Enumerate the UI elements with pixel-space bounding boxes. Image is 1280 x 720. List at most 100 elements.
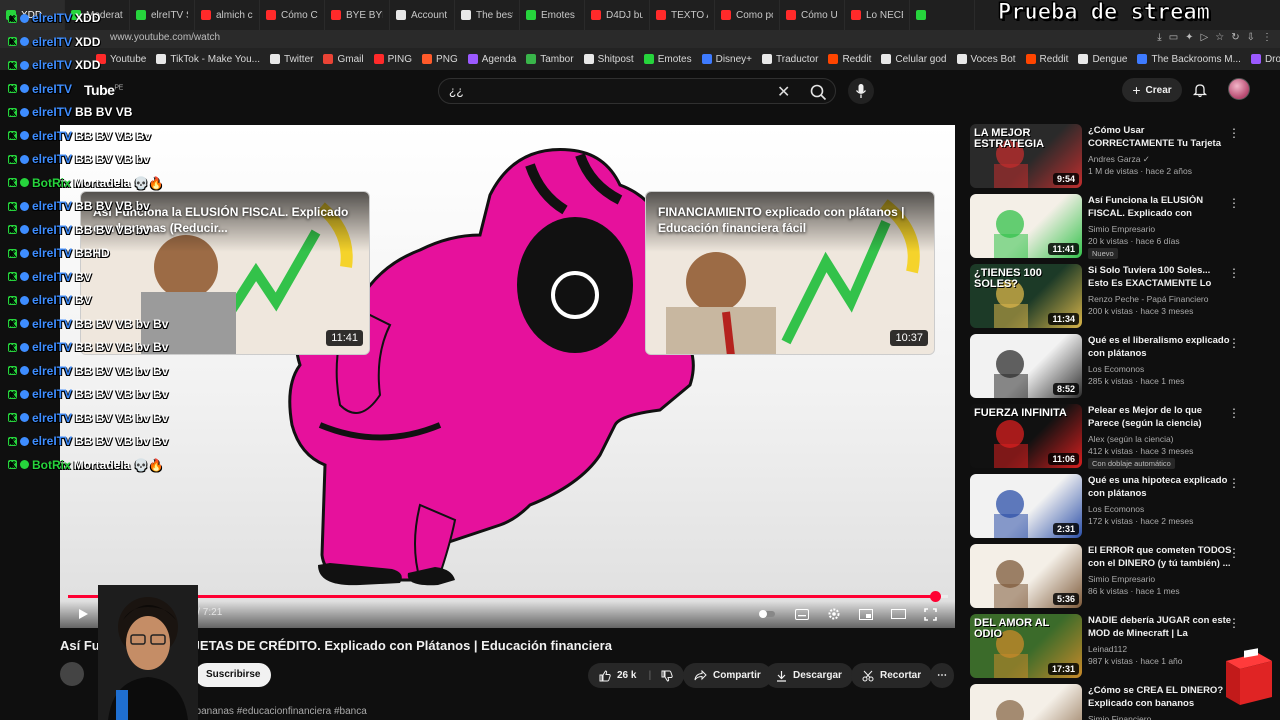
recommendation-item[interactable]: FUERZA INFINITA 11:06 Pelear es Mejor de l… <box>970 404 1270 469</box>
create-button[interactable]: + Crear <box>1122 78 1182 102</box>
recommendation-thumbnail[interactable]: FUERZA INFINITA 11:06 <box>970 404 1082 468</box>
recommendation-item[interactable]: 5:36 El ERROR que cometen TODOS con el DI… <box>970 544 1270 608</box>
bookmark-item[interactable]: PING <box>373 54 412 65</box>
recommendation-thumbnail[interactable] <box>970 684 1082 720</box>
recommendation-thumbnail[interactable]: LA MEJOR ESTRATEGIA 9:54 <box>970 124 1082 188</box>
recommendation-item[interactable]: 2:31 Qué es una hipoteca explicado con pl… <box>970 474 1270 538</box>
endcard-video-2[interactable]: FINANCIAMIENTO explicado con plátanos | … <box>645 191 935 355</box>
bookmark-item[interactable]: Twitter <box>270 54 313 65</box>
like-button[interactable]: 26 k | <box>588 663 685 688</box>
autoplay-toggle[interactable] <box>758 605 776 623</box>
refresh-icon[interactable]: ↻ <box>1231 32 1239 43</box>
recommendation-channel[interactable]: Simio Empresario <box>1088 224 1155 234</box>
bookmark-item[interactable]: Agenda <box>467 54 516 65</box>
more-options-icon[interactable]: ⋮ <box>1228 406 1240 420</box>
search-icon[interactable] <box>807 82 831 102</box>
subtitles-button[interactable] <box>793 605 811 623</box>
fullscreen-button[interactable] <box>921 605 939 623</box>
bookmark-item[interactable]: Reddit <box>828 54 871 65</box>
recommendation-channel[interactable]: Simio Financiero <box>1088 714 1151 720</box>
bookmark-item[interactable]: Voces Bot <box>956 54 1016 65</box>
install-icon[interactable]: ⤓ <box>1157 32 1161 43</box>
recommendation-channel[interactable]: Los Ecomonos <box>1088 504 1144 514</box>
bookmark-item[interactable]: Emotes <box>643 54 692 65</box>
bookmark-item[interactable]: Disney+ <box>701 54 752 65</box>
cast-icon[interactable]: ▭ <box>1169 32 1178 43</box>
youtube-logo[interactable]: TubePE <box>84 82 123 98</box>
bookmark-item[interactable]: Dengue <box>1078 54 1127 65</box>
recommendation-channel[interactable]: Andres Garza ✓ <box>1088 154 1150 165</box>
recommendation-thumbnail[interactable]: 8:52 <box>970 334 1082 398</box>
bookmark-star-icon[interactable]: ☆ <box>1215 32 1224 43</box>
browser-tab[interactable]: Account <box>390 0 455 30</box>
channel-avatar[interactable] <box>60 662 84 686</box>
thumbs-down-icon[interactable] <box>661 670 673 682</box>
progress-bar[interactable] <box>68 591 948 602</box>
more-options-icon[interactable]: ⋮ <box>1228 616 1240 630</box>
recommendation-channel[interactable]: Los Ecomonos <box>1088 364 1144 374</box>
browser-tab[interactable]: Como pc <box>715 0 780 30</box>
bookmark-item[interactable]: Celular god <box>881 54 947 65</box>
browser-tab[interactable]: D4DJ bu <box>585 0 650 30</box>
more-options-icon[interactable]: ⋮ <box>1228 336 1240 350</box>
bookmark-item[interactable]: The Backrooms M... <box>1137 54 1241 65</box>
search-input[interactable] <box>449 84 769 98</box>
recommendation-item[interactable]: LA MEJOR ESTRATEGIA 9:54 ¿Cómo Usar CORREC… <box>970 124 1270 188</box>
browser-tab[interactable]: Lo NECE <box>845 0 910 30</box>
recommendation-channel[interactable]: Renzo Peche - Papá Financiero <box>1088 294 1209 304</box>
bookmark-item[interactable]: Tambor <box>526 54 574 65</box>
extension-icon[interactable]: ✦ <box>1185 32 1193 43</box>
theater-mode-button[interactable] <box>889 605 907 623</box>
play-button[interactable] <box>74 605 92 623</box>
browser-tab[interactable]: elreITV S <box>130 0 195 30</box>
clip-button[interactable]: Recortar <box>851 663 933 688</box>
bookmark-item[interactable]: PNG <box>422 54 458 65</box>
menu-dots-icon[interactable]: ⋮ <box>1262 32 1272 43</box>
browser-tab[interactable]: BYE BYE <box>325 0 390 30</box>
bookmark-item[interactable]: Youtube <box>96 54 146 65</box>
browser-tab[interactable]: Emotes <box>520 0 585 30</box>
more-options-icon[interactable]: ⋮ <box>1228 266 1240 280</box>
recommendation-thumbnail[interactable]: DEL AMOR AL ODIO 17:31 <box>970 614 1082 678</box>
browser-tab[interactable]: Cómo Cr <box>260 0 325 30</box>
miniplayer-button[interactable] <box>857 605 875 623</box>
browser-tab[interactable]: almich c <box>195 0 260 30</box>
download-icon[interactable]: ⇩ <box>1247 32 1255 43</box>
recommendation-channel[interactable]: Alex (según la ciencia) <box>1088 434 1174 444</box>
recommendation-thumbnail[interactable]: ¿TIENES 100 SOLES? 11:34 <box>970 264 1082 328</box>
video-player[interactable]: Así Funciona la ELUSIÓN FISCAL. Explicad… <box>60 125 955 628</box>
bookmark-item[interactable]: TikTok - Make You... <box>156 54 260 65</box>
bookmark-item[interactable]: Drops <box>1250 54 1280 65</box>
subscribe-button[interactable]: Suscribirse <box>195 663 272 687</box>
share-button[interactable]: Compartir <box>683 663 772 688</box>
search-clear-icon[interactable]: ✕ <box>777 82 790 102</box>
recommendation-item[interactable]: 11:41 Así Funciona la ELUSIÓN FISCAL. Exp… <box>970 194 1270 259</box>
browser-tab[interactable]: Cómo Us <box>780 0 845 30</box>
play-icon[interactable]: ▷ <box>1201 32 1209 43</box>
recommendation-thumbnail[interactable]: 5:36 <box>970 544 1082 608</box>
more-actions-button[interactable]: ⋯ <box>930 663 954 688</box>
recommendation-channel[interactable]: Simio Empresario <box>1088 574 1155 584</box>
browser-tab[interactable] <box>910 0 975 30</box>
account-avatar[interactable] <box>1228 78 1250 100</box>
bookmark-item[interactable]: Traductor <box>762 54 818 65</box>
browser-tab[interactable]: The best <box>455 0 520 30</box>
bookmark-item[interactable]: Shitpost <box>583 54 634 65</box>
recommendation-item[interactable]: 8:52 Qué es el liberalismo explicado con … <box>970 334 1270 398</box>
more-options-icon[interactable]: ⋮ <box>1228 476 1240 490</box>
more-options-icon[interactable]: ⋮ <box>1228 126 1240 140</box>
description-tags[interactable]: #bananas #educacionfinanciera #banca <box>190 706 367 717</box>
recommendation-thumbnail[interactable]: 2:31 <box>970 474 1082 538</box>
settings-button[interactable] <box>825 605 843 623</box>
more-options-icon[interactable]: ⋮ <box>1228 546 1240 560</box>
notifications-bell-icon[interactable] <box>1192 82 1208 98</box>
recommendation-channel[interactable]: Leinad112 <box>1088 644 1127 654</box>
voice-search-button[interactable] <box>848 78 874 104</box>
bookmark-item[interactable]: Reddit <box>1025 54 1068 65</box>
browser-tab[interactable]: TEXTO A <box>650 0 715 30</box>
url-text[interactable]: www.youtube.com/watch <box>110 32 220 43</box>
more-options-icon[interactable]: ⋮ <box>1228 196 1240 210</box>
recommendation-thumbnail[interactable]: 11:41 <box>970 194 1082 258</box>
bookmark-item[interactable]: Gmail <box>323 54 364 65</box>
download-button[interactable]: Descargar <box>765 663 853 688</box>
